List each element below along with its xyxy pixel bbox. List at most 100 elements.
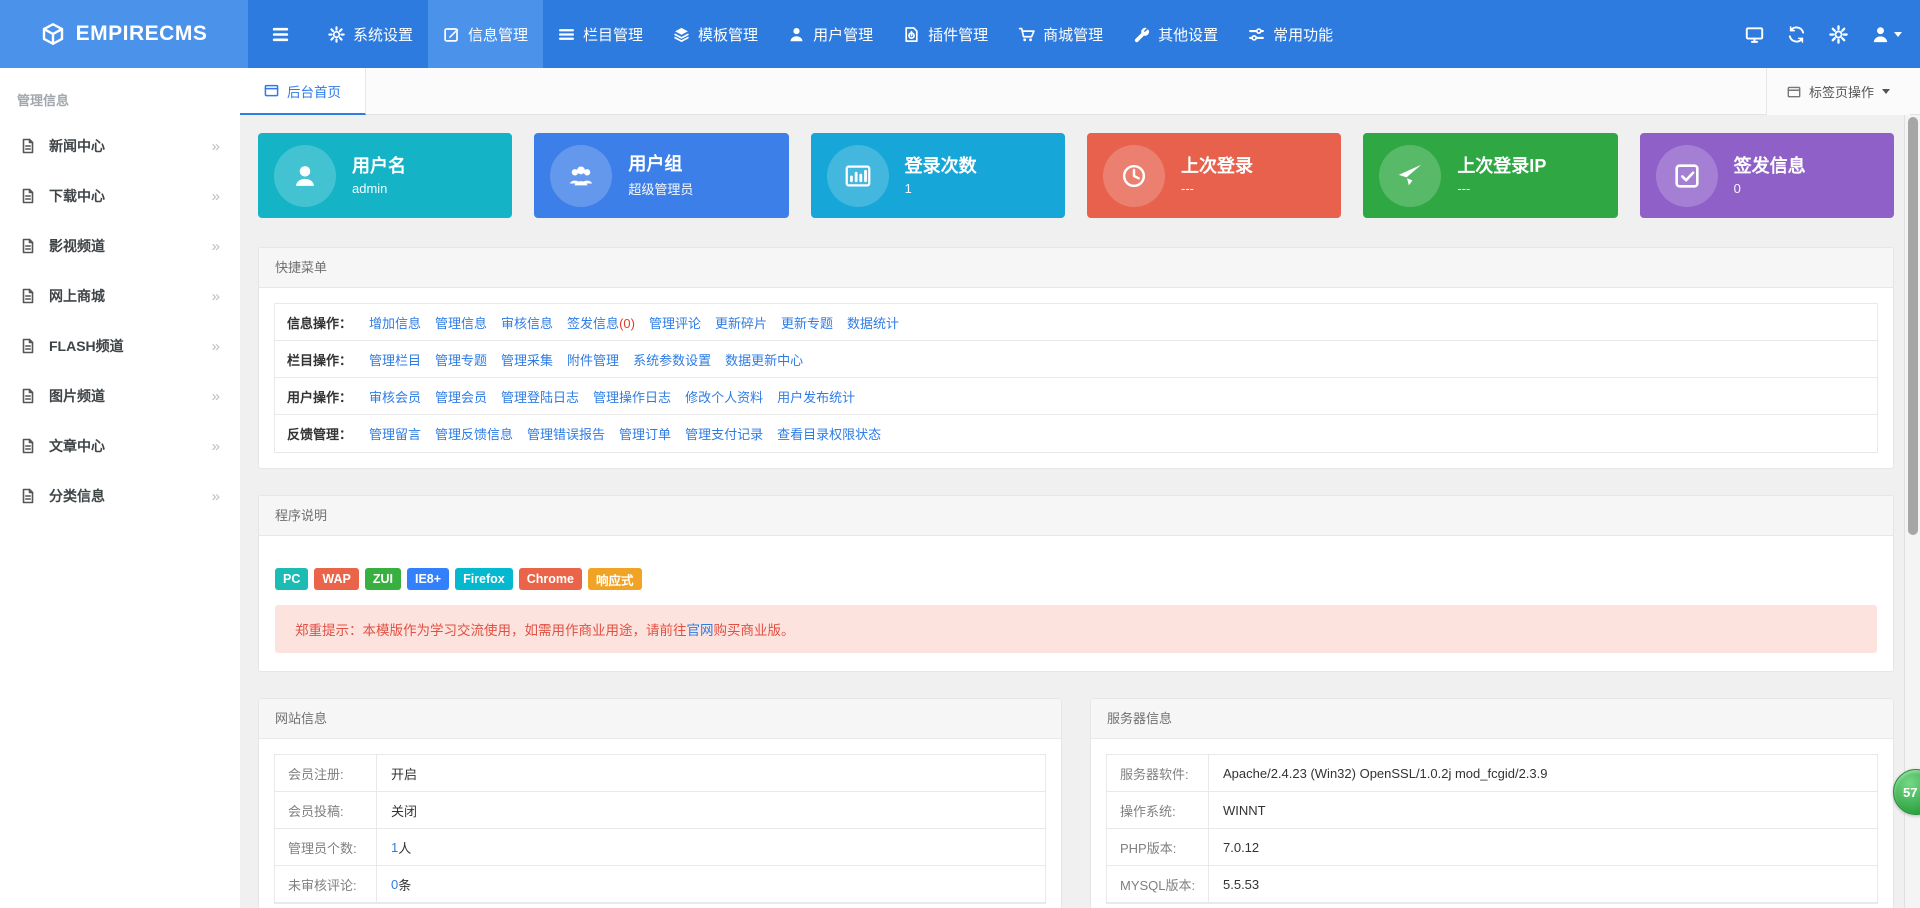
refresh-button[interactable] <box>1787 25 1806 44</box>
tab-dashboard[interactable]: 后台首页 <box>240 68 366 115</box>
quick-link-管理采集[interactable]: 管理采集 <box>501 350 553 369</box>
official-site-link[interactable]: 官网 <box>687 619 714 639</box>
stat-card-登录次数[interactable]: 登录次数1 <box>811 133 1065 218</box>
quick-link-数据统计[interactable]: 数据统计 <box>847 313 899 332</box>
quick-link-管理留言[interactable]: 管理留言 <box>369 424 421 443</box>
quick-link-管理反馈信息[interactable]: 管理反馈信息 <box>435 424 513 443</box>
info-row-label: 会员投稿: <box>275 792 377 828</box>
monitor-button[interactable] <box>1745 25 1764 44</box>
stat-card-value: admin <box>352 181 406 196</box>
chevron-double-right-icon: » <box>212 438 220 455</box>
sidebar-item-label: FLASH频道 <box>49 336 124 356</box>
info-row: 会员投稿:关闭 <box>275 792 1045 829</box>
stat-card-上次登录[interactable]: 上次登录--- <box>1087 133 1341 218</box>
quick-link-管理操作日志[interactable]: 管理操作日志 <box>593 387 671 406</box>
clock-icon <box>1119 161 1149 191</box>
quick-link-管理信息[interactable]: 管理信息 <box>435 313 487 332</box>
quick-link-用户发布统计[interactable]: 用户发布统计 <box>777 387 855 406</box>
info-row-link[interactable]: 0 <box>391 877 398 892</box>
server-info-panel: 服务器信息 服务器软件:Apache/2.4.23 (Win32) OpenSS… <box>1090 698 1894 908</box>
stat-card-value: 1 <box>905 181 977 196</box>
quick-link-管理支付记录[interactable]: 管理支付记录 <box>685 424 763 443</box>
stat-card-title: 上次登录 <box>1181 155 1253 178</box>
nav-item-常用功能[interactable]: 常用功能 <box>1233 0 1348 68</box>
stat-card-title: 签发信息 <box>1734 155 1806 178</box>
stat-card-icon-circle <box>1656 145 1718 207</box>
quick-link-管理专题[interactable]: 管理专题 <box>435 350 487 369</box>
nav-item-栏目管理[interactable]: 栏目管理 <box>543 0 658 68</box>
quick-link-管理会员[interactable]: 管理会员 <box>435 387 487 406</box>
sidebar-item-label: 网上商城 <box>49 286 105 306</box>
quick-link-签发信息[interactable]: 签发信息(0) <box>567 313 635 332</box>
quick-menu-row: 用户操作：审核会员管理会员管理登陆日志管理操作日志修改个人资料用户发布统计 <box>275 378 1877 415</box>
nav-item-系统设置[interactable]: 系统设置 <box>313 0 428 68</box>
send-icon <box>1395 161 1425 191</box>
tab-actions-button[interactable]: 标签页操作 <box>1766 68 1910 115</box>
info-row-label: 服务器软件: <box>1107 755 1209 791</box>
window-icon <box>264 83 279 98</box>
account-button[interactable] <box>1871 25 1902 44</box>
chart-icon <box>843 161 873 191</box>
nav-item-用户管理[interactable]: 用户管理 <box>773 0 888 68</box>
sidebar-item-新闻中心[interactable]: 新闻中心» <box>0 121 240 171</box>
nav-item-商城管理[interactable]: 商城管理 <box>1003 0 1118 68</box>
quick-link-修改个人资料[interactable]: 修改个人资料 <box>685 387 763 406</box>
sidebar-item-FLASH频道[interactable]: FLASH频道» <box>0 321 240 371</box>
scrollbar-thumb[interactable] <box>1908 117 1918 535</box>
tab-actions-label: 标签页操作 <box>1809 82 1874 101</box>
quick-link-查看目录权限状态[interactable]: 查看目录权限状态 <box>777 424 881 443</box>
nav-item-label: 商城管理 <box>1043 24 1103 45</box>
hamburger-menu-button[interactable] <box>256 0 305 68</box>
doc-icon <box>20 488 36 504</box>
quick-link-增加信息[interactable]: 增加信息 <box>369 313 421 332</box>
badge-Firefox: Firefox <box>455 568 513 590</box>
quick-link-更新专题[interactable]: 更新专题 <box>781 313 833 332</box>
chevron-double-right-icon: » <box>212 138 220 155</box>
server-info-title: 服务器信息 <box>1091 699 1893 739</box>
stat-card-text: 上次登录IP--- <box>1457 155 1546 196</box>
stat-card-用户组[interactable]: 用户组超级管理员 <box>534 133 788 218</box>
stat-card-value: --- <box>1457 181 1546 196</box>
info-row-value: 7.0.12 <box>1209 829 1259 865</box>
list-icon <box>558 26 575 43</box>
quick-link-管理登陆日志[interactable]: 管理登陆日志 <box>501 387 579 406</box>
quick-link-数据更新中心[interactable]: 数据更新中心 <box>725 350 803 369</box>
nav-item-插件管理[interactable]: 插件管理 <box>888 0 1003 68</box>
quick-link-审核会员[interactable]: 审核会员 <box>369 387 421 406</box>
empty-line <box>275 555 1877 568</box>
quick-link-管理栏目[interactable]: 管理栏目 <box>369 350 421 369</box>
gear-button[interactable] <box>1829 25 1848 44</box>
sidebar-item-图片频道[interactable]: 图片频道» <box>0 371 240 421</box>
sidebar-item-网上商城[interactable]: 网上商城» <box>0 271 240 321</box>
app-logo: EMPIRECMS <box>0 0 248 68</box>
quick-link-管理订单[interactable]: 管理订单 <box>619 424 671 443</box>
quick-link-管理错误报告[interactable]: 管理错误报告 <box>527 424 605 443</box>
nav-item-信息管理[interactable]: 信息管理 <box>428 0 543 68</box>
stat-card-签发信息[interactable]: 签发信息 0 <box>1640 133 1894 218</box>
stat-card-上次登录IP[interactable]: 上次登录IP--- <box>1363 133 1617 218</box>
user-icon <box>788 26 805 43</box>
sidebar-item-下载中心[interactable]: 下载中心» <box>0 171 240 221</box>
nav-item-其他设置[interactable]: 其他设置 <box>1118 0 1233 68</box>
quick-link-更新碎片[interactable]: 更新碎片 <box>715 313 767 332</box>
sidebar-item-文章中心[interactable]: 文章中心» <box>0 421 240 471</box>
refresh-icon <box>1787 25 1806 44</box>
sidebar-title: 管理信息 <box>0 68 240 121</box>
license-alert-text: 购买商业版。 <box>714 619 795 639</box>
sidebar-item-影视频道[interactable]: 影视频道» <box>0 221 240 271</box>
nav-item-模板管理[interactable]: 模板管理 <box>658 0 773 68</box>
cube-icon <box>41 22 65 46</box>
info-row-link[interactable]: 1 <box>391 840 398 855</box>
chevron-double-right-icon: » <box>212 488 220 505</box>
chevron-double-right-icon: » <box>212 388 220 405</box>
quick-link-附件管理[interactable]: 附件管理 <box>567 350 619 369</box>
stat-card-value: 0 <box>1734 181 1806 196</box>
stat-card-text: 用户名admin <box>352 155 406 196</box>
quick-link-系统参数设置[interactable]: 系统参数设置 <box>633 350 711 369</box>
quick-link-管理评论[interactable]: 管理评论 <box>649 313 701 332</box>
sidebar-item-分类信息[interactable]: 分类信息» <box>0 471 240 521</box>
quick-link-审核信息[interactable]: 审核信息 <box>501 313 553 332</box>
stat-card-用户名[interactable]: 用户名admin <box>258 133 512 218</box>
site-info-title: 网站信息 <box>259 699 1061 739</box>
sidebar: 管理信息 新闻中心»下载中心»影视频道»网上商城»FLASH频道»图片频道»文章… <box>0 68 240 908</box>
